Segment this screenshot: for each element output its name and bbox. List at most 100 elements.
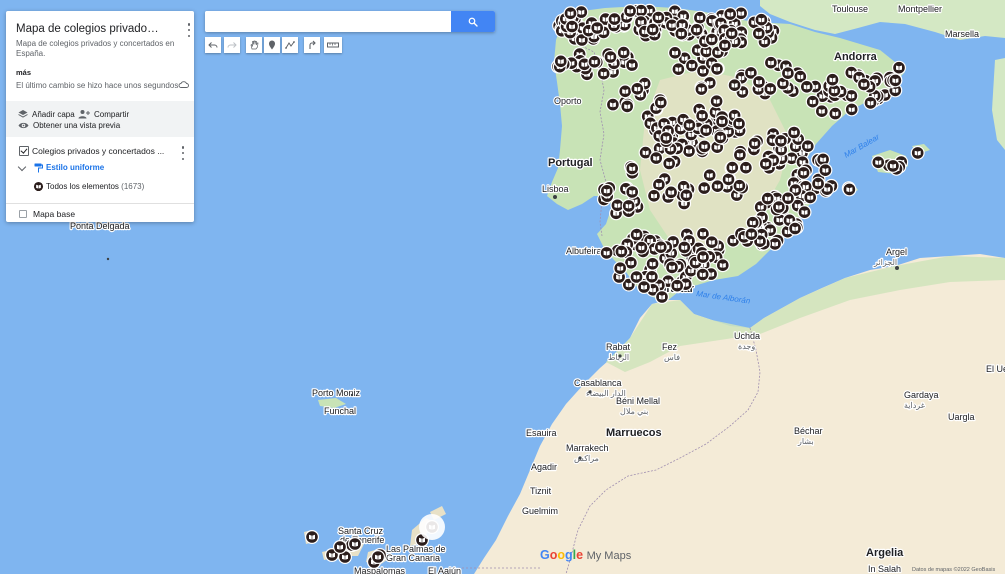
school-marker[interactable] xyxy=(699,123,714,138)
school-marker[interactable] xyxy=(803,190,818,205)
school-marker[interactable] xyxy=(738,160,753,175)
redo-button[interactable] xyxy=(224,37,240,53)
map-title[interactable]: Mapa de colegios privados y con... xyxy=(16,23,164,35)
school-marker[interactable] xyxy=(697,139,712,154)
school-marker[interactable] xyxy=(599,183,614,198)
school-marker[interactable] xyxy=(634,240,649,255)
school-marker[interactable] xyxy=(715,114,729,129)
school-marker[interactable] xyxy=(682,118,697,133)
school-marker[interactable] xyxy=(747,136,762,151)
school-marker[interactable] xyxy=(605,97,620,112)
school-marker[interactable] xyxy=(614,244,629,259)
school-marker[interactable] xyxy=(653,95,668,110)
school-marker[interactable] xyxy=(892,60,906,75)
school-marker[interactable] xyxy=(825,72,840,87)
school-marker[interactable] xyxy=(618,84,633,99)
school-marker[interactable] xyxy=(763,81,778,96)
school-marker[interactable] xyxy=(348,537,362,551)
school-marker[interactable] xyxy=(797,205,812,220)
school-marker[interactable] xyxy=(553,54,568,69)
school-marker[interactable] xyxy=(679,188,694,203)
school-marker[interactable] xyxy=(651,10,666,25)
layer-options-kebab-icon[interactable] xyxy=(177,146,189,160)
school-marker[interactable] xyxy=(692,10,707,25)
school-marker[interactable] xyxy=(704,235,719,250)
school-marker[interactable] xyxy=(623,4,638,18)
map-options-kebab-icon[interactable] xyxy=(183,23,195,37)
school-marker[interactable] xyxy=(603,50,618,64)
school-marker[interactable] xyxy=(607,12,622,27)
school-marker[interactable] xyxy=(910,145,925,160)
school-marker[interactable] xyxy=(727,78,742,93)
style-name[interactable]: Estilo uniforme xyxy=(46,163,104,172)
school-marker[interactable] xyxy=(709,94,724,109)
school-marker[interactable] xyxy=(689,22,704,37)
school-marker[interactable] xyxy=(637,280,651,294)
school-marker[interactable] xyxy=(751,26,766,41)
add-layer-button[interactable]: Añadir capa xyxy=(18,109,75,119)
school-marker[interactable] xyxy=(886,158,900,173)
pan-button[interactable] xyxy=(246,37,262,53)
school-marker[interactable] xyxy=(620,99,635,114)
school-marker[interactable] xyxy=(599,245,614,260)
school-marker[interactable] xyxy=(653,240,668,255)
school-marker[interactable] xyxy=(616,45,631,60)
school-marker[interactable] xyxy=(625,185,640,199)
school-marker[interactable] xyxy=(796,165,811,180)
school-marker[interactable] xyxy=(695,108,710,123)
directions-button[interactable] xyxy=(304,37,320,53)
chevron-down-icon[interactable] xyxy=(17,162,27,172)
search-input[interactable] xyxy=(205,11,451,32)
school-marker[interactable] xyxy=(760,191,775,206)
school-marker[interactable] xyxy=(674,26,689,41)
base-map-row[interactable]: Mapa base xyxy=(6,203,194,223)
school-marker[interactable] xyxy=(333,540,347,554)
layer-row[interactable]: Colegios privados y concertados ... xyxy=(6,143,194,161)
school-marker[interactable] xyxy=(744,227,759,242)
school-marker[interactable] xyxy=(647,188,661,203)
school-marker[interactable] xyxy=(818,163,833,178)
school-marker[interactable] xyxy=(696,250,710,265)
school-marker[interactable] xyxy=(856,77,871,92)
map-attribution[interactable]: Datos de mapas ©2022 GeoBasis xyxy=(912,567,995,573)
add-marker-button[interactable] xyxy=(264,37,280,53)
school-marker[interactable] xyxy=(725,160,740,175)
share-button[interactable]: Compartir xyxy=(78,109,129,119)
measure-button[interactable] xyxy=(324,37,342,53)
school-marker[interactable] xyxy=(732,116,746,131)
school-marker[interactable] xyxy=(305,530,319,544)
school-marker[interactable] xyxy=(799,79,814,94)
style-row[interactable]: Estilo uniforme xyxy=(6,161,194,175)
school-marker[interactable] xyxy=(788,221,803,236)
layer-name[interactable]: Colegios privados y concertados ... xyxy=(32,146,172,156)
school-marker[interactable] xyxy=(629,227,644,242)
school-marker[interactable] xyxy=(677,240,692,255)
school-marker[interactable] xyxy=(695,267,710,282)
school-marker[interactable] xyxy=(645,256,660,271)
school-marker[interactable] xyxy=(565,19,579,34)
school-marker[interactable] xyxy=(630,81,645,96)
school-marker[interactable] xyxy=(787,125,802,140)
search-button[interactable] xyxy=(451,11,495,32)
draw-line-button[interactable] xyxy=(282,37,298,53)
base-map-toggle-icon[interactable] xyxy=(19,210,27,218)
school-marker[interactable] xyxy=(662,156,677,171)
school-marker[interactable] xyxy=(587,54,602,69)
school-marker[interactable] xyxy=(645,22,660,37)
school-marker[interactable] xyxy=(713,130,728,145)
school-marker[interactable] xyxy=(871,155,886,170)
school-marker[interactable] xyxy=(563,6,578,21)
school-marker[interactable] xyxy=(888,73,903,88)
school-marker[interactable] xyxy=(710,61,724,76)
school-marker[interactable] xyxy=(371,550,385,564)
school-marker[interactable] xyxy=(805,94,820,109)
school-marker[interactable] xyxy=(717,38,732,53)
school-marker[interactable] xyxy=(715,258,730,273)
school-marker[interactable] xyxy=(625,58,639,73)
school-marker[interactable] xyxy=(704,32,719,47)
school-marker[interactable] xyxy=(668,45,682,60)
school-marker[interactable] xyxy=(732,147,747,162)
school-marker[interactable] xyxy=(697,181,712,196)
school-marker[interactable] xyxy=(682,144,696,159)
school-marker[interactable] xyxy=(763,55,778,70)
